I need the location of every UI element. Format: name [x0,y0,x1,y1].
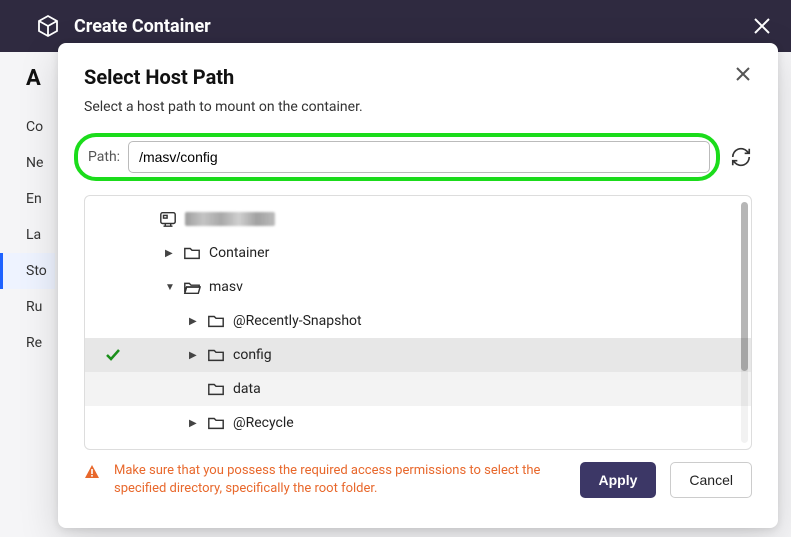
tree-node-label: @Recycle [233,415,294,431]
scrollbar-thumb[interactable] [741,202,748,371]
tree-node-label: @Recently-Snapshot [233,313,362,329]
path-label: Path: [88,149,120,165]
folder-icon [207,414,225,432]
scrollbar[interactable] [741,202,748,443]
sidebar: A CoNeEnLaStoRuRe [0,52,55,361]
sidebar-heading: A [0,66,55,91]
device-icon [159,210,177,228]
cancel-button[interactable]: Cancel [670,462,752,498]
close-icon[interactable] [753,17,771,35]
sidebar-item[interactable]: La [0,217,55,253]
tree-node-label: data [233,381,261,397]
chevron-right-icon[interactable]: ▶ [189,350,199,361]
tree-row[interactable]: ▶ config [85,338,751,372]
sidebar-item[interactable]: Re [0,325,55,361]
tree-row[interactable]: ▶ Container [85,236,751,270]
path-input[interactable] [128,141,710,173]
tree-row[interactable]: data [85,372,751,406]
chevron-right-icon[interactable]: ▶ [165,248,175,259]
tree-row[interactable]: ▶ @Recycle [85,406,751,440]
chevron-right-icon[interactable]: ▶ [189,316,199,327]
refresh-icon[interactable] [730,146,752,168]
create-container-title: Create Container [74,16,753,37]
sidebar-item[interactable]: Sto [0,253,55,289]
folder-icon [207,312,225,330]
chevron-down-icon[interactable]: ▼ [165,282,175,293]
folder-icon [207,380,225,398]
modal-subtitle: Select a host path to mount on the conta… [58,89,778,115]
tree-node-label: Container [209,245,269,261]
apply-button[interactable]: Apply [580,462,657,498]
sidebar-item[interactable]: Ru [0,289,55,325]
warning-text: Make sure that you possess the required … [114,462,566,498]
sidebar-item[interactable]: En [0,181,55,217]
folder-open-icon [183,278,201,296]
folder-icon [183,448,201,449]
check-icon [105,347,121,363]
tree-node-label: masv [209,279,243,295]
modal-close-icon[interactable] [734,65,752,83]
select-host-path-modal: Select Host Path Select a host path to m… [58,43,778,528]
tree-row[interactable] [85,202,751,236]
tree-row[interactable]: ▼ masv [85,270,751,304]
chevron-right-icon[interactable]: ▶ [189,418,199,429]
folder-tree: ▶ Container ▼ masv ▶ @Recently-Snapshot ▶ confi… [84,195,752,450]
sidebar-item[interactable]: Co [0,109,55,145]
tree-node-label: config [233,347,272,363]
path-capsule: Path: [74,133,720,181]
sidebar-item[interactable]: Ne [0,145,55,181]
folder-icon [207,346,225,364]
root-node-label-redacted [185,212,275,226]
tree-row[interactable]: ▶masv-1 [85,440,751,449]
tree-row[interactable]: ▶ @Recently-Snapshot [85,304,751,338]
cube-icon [36,14,60,38]
folder-icon [183,244,201,262]
modal-title: Select Host Path [84,65,734,89]
warning-icon [84,464,100,480]
